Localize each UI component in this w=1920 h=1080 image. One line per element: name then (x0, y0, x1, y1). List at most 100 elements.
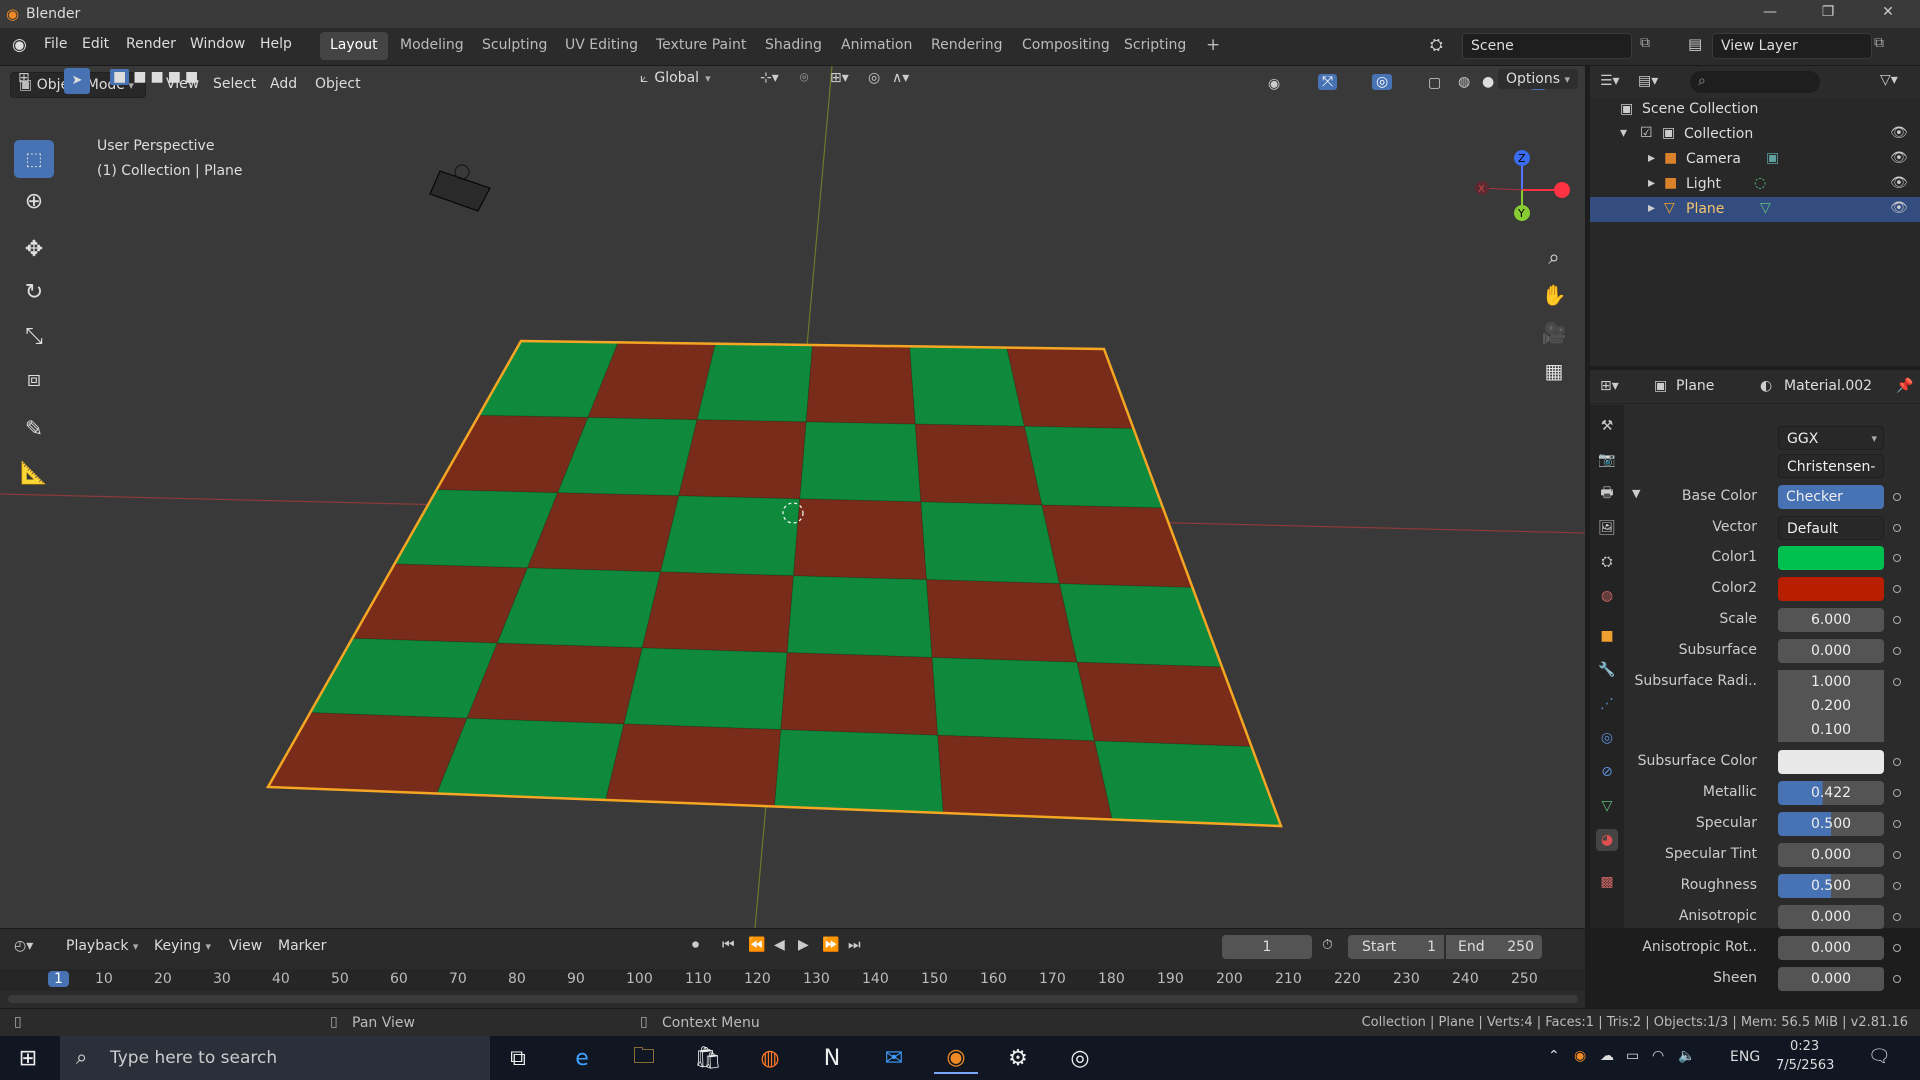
select-tool-icon[interactable]: ➤ (64, 68, 90, 94)
onedrive-icon[interactable]: ☁ (1600, 1048, 1614, 1064)
blender-taskbar-icon[interactable]: ◉ (934, 1042, 978, 1074)
tab-scripting[interactable]: Scripting (1114, 32, 1196, 60)
view-layer-tab-icon[interactable]: 🖼 (1596, 517, 1618, 539)
select-invert-icon[interactable]: ■ (168, 69, 181, 85)
start-frame-field[interactable]: Start 1 (1348, 935, 1444, 959)
menu-render[interactable]: Render (126, 36, 176, 52)
rotate-tool[interactable]: ↻ (14, 273, 54, 311)
eye-icon[interactable]: 👁 (1890, 150, 1908, 166)
select-extend-icon[interactable]: ■ (133, 69, 146, 85)
task-view-icon[interactable]: ⧉ (496, 1042, 540, 1074)
language-indicator[interactable]: ENG (1730, 1049, 1760, 1065)
keyframe-dot-icon[interactable] (1893, 944, 1901, 952)
output-tab-icon[interactable]: 🖶 (1596, 483, 1618, 505)
prop-field[interactable]: 0.000 (1778, 967, 1884, 991)
xray-icon[interactable]: ▢ (1428, 75, 1441, 91)
scene-tab-icon[interactable]: ⛭ (1596, 551, 1618, 573)
navigation-gizmo[interactable]: Z Y X (1470, 140, 1580, 240)
play-icon[interactable]: ▶ (798, 937, 809, 953)
options-dropdown[interactable] (1498, 36, 1514, 62)
prop-field[interactable]: 0.500 (1778, 812, 1884, 836)
outliner-row-light[interactable]: ▸ ■ Light ◌ 👁 (1590, 172, 1920, 197)
camera-view-button[interactable]: 🎥 (1537, 316, 1571, 350)
move-tool[interactable]: ✥ (14, 230, 54, 268)
menu-marker[interactable]: Marker (278, 938, 326, 954)
prop-field[interactable]: 0.000 (1778, 843, 1884, 867)
solid-shading-icon[interactable]: ● (1482, 74, 1494, 90)
tab-animation[interactable]: Animation (831, 32, 922, 60)
eye-icon[interactable]: 👁 (1890, 175, 1908, 191)
expand-icon[interactable]: ▾ (1620, 125, 1627, 141)
options-button[interactable]: Options ▾ (1498, 69, 1579, 89)
menu-select[interactable]: Select (205, 72, 264, 98)
timeline-scrollbar[interactable] (8, 995, 1578, 1003)
end-frame-field[interactable]: End 250 (1446, 935, 1542, 959)
keyframe-dot-icon[interactable] (1893, 678, 1901, 686)
prop-field[interactable]: 0.000 (1778, 936, 1884, 960)
outliner-row-collection[interactable]: ▾ ☑ ▣ Collection 👁 (1590, 122, 1920, 147)
mail-icon[interactable]: ✉ (872, 1042, 916, 1074)
pan-view-button[interactable]: ✋ (1537, 278, 1571, 312)
prop-field[interactable]: 0.000 (1778, 905, 1884, 929)
filter-icon[interactable]: ▽▾ (1880, 72, 1898, 88)
keyframe-dot-icon[interactable] (1893, 616, 1901, 624)
clock-date[interactable]: 7/5/2563 (1776, 1058, 1834, 1073)
menu-keying[interactable]: Keying ▾ (154, 938, 211, 954)
collapse-icon[interactable]: ▼ (1632, 487, 1640, 500)
keyframe-dot-icon[interactable] (1893, 851, 1901, 859)
outliner-row-plane[interactable]: ▸ ▽ Plane ▽ 👁 (1590, 197, 1920, 222)
wifi-icon[interactable]: ◠ (1652, 1048, 1664, 1064)
select-new-icon[interactable]: ■ (110, 69, 130, 85)
cursor-tool[interactable]: ⊕ (14, 182, 54, 220)
checkbox-icon[interactable]: ☑ (1640, 125, 1653, 141)
keyframe-dot-icon[interactable] (1893, 554, 1901, 562)
gizmo-toggle-icon[interactable]: ⤧ (1318, 74, 1338, 90)
ortho-toggle-button[interactable]: ▦ (1537, 354, 1571, 388)
clock-icon[interactable]: ⏱ (1322, 937, 1333, 953)
texture-tab-icon[interactable]: ▩ (1596, 871, 1618, 893)
modifier-tab-icon[interactable]: 🔧 (1596, 659, 1618, 681)
visibility-icon[interactable]: ◉ (1268, 76, 1280, 92)
world-tab-icon[interactable]: ◍ (1596, 585, 1618, 607)
keyframe-dot-icon[interactable] (1893, 758, 1901, 766)
subsurface-color-swatch[interactable] (1778, 750, 1884, 774)
close-button[interactable]: ✕ (1878, 4, 1898, 24)
3d-viewport[interactable] (0, 66, 1585, 928)
distribution-dropdown[interactable]: GGX ▾ (1778, 426, 1884, 450)
prev-keyframe-icon[interactable]: ⏪ (748, 937, 765, 953)
taskbar-search-box[interactable]: ⌕ Type here to search (60, 1036, 490, 1080)
expand-icon[interactable]: ▸ (1648, 150, 1655, 166)
tray-expand-icon[interactable]: ⌃ (1548, 1048, 1560, 1064)
jump-start-icon[interactable]: ⏮ (722, 937, 735, 953)
snap-target-icon[interactable]: ⊞▾ (830, 70, 849, 86)
new-scene-icon[interactable]: ⧉ (1640, 35, 1650, 51)
pin-icon[interactable]: 📌 (1896, 378, 1913, 394)
data-tab-icon[interactable]: ▽ (1596, 795, 1618, 817)
keyframe-dot-icon[interactable] (1893, 975, 1901, 983)
falloff-icon[interactable]: ∧▾ (892, 70, 909, 86)
particles-tab-icon[interactable]: ⋰ (1596, 693, 1618, 715)
pivot-icon[interactable]: ⊹▾ (760, 70, 779, 86)
annotate-tool[interactable]: ✎ (14, 410, 54, 448)
proportional-edit-icon[interactable]: ◎ (868, 70, 880, 86)
outliner-row-camera[interactable]: ▸ ■ Camera ▣ 👁 (1590, 147, 1920, 172)
prop-field[interactable]: 0.100 (1778, 718, 1884, 742)
prop-field[interactable]: Default (1778, 516, 1884, 540)
volume-icon[interactable]: 🔈 (1678, 1048, 1695, 1064)
menu-add[interactable]: Add (262, 72, 305, 98)
orientation-dropdown[interactable]: ⟀ Global ▾ (640, 70, 711, 86)
expand-icon[interactable]: ▸ (1648, 200, 1655, 216)
tab-uv-editing[interactable]: UV Editing (555, 32, 648, 60)
menu-timeline-view[interactable]: View (229, 938, 262, 954)
measure-tool[interactable]: 📐 (14, 454, 54, 492)
minimize-button[interactable]: — (1760, 4, 1780, 24)
menu-help[interactable]: Help (260, 36, 292, 52)
select-box-tool[interactable]: ⬚ (14, 140, 54, 178)
next-keyframe-icon[interactable]: ⏩ (822, 937, 839, 953)
properties-editor-icon[interactable]: ⊞▾ (1600, 378, 1619, 394)
color1-swatch[interactable] (1778, 546, 1884, 570)
scene-selector[interactable]: Scene (1462, 33, 1632, 59)
keyframe-dot-icon[interactable] (1893, 585, 1901, 593)
prop-field[interactable]: 0.000 (1778, 639, 1884, 663)
prop-field[interactable]: 0.200 (1778, 694, 1884, 718)
